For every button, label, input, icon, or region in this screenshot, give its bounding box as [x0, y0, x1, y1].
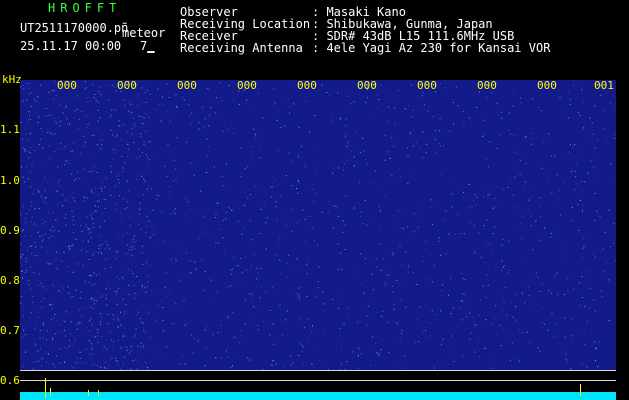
meteor-label: meteor	[122, 26, 166, 40]
marker-tick	[45, 378, 46, 398]
y-tick-label: 0.7	[0, 324, 20, 337]
meteor-count: 7▁	[140, 39, 155, 53]
x-tick-label: 000	[417, 79, 437, 92]
y-tick-label: 0.6	[0, 374, 20, 387]
y-tick-label: 1.1	[0, 123, 20, 136]
marker-line	[20, 380, 616, 381]
x-tick-label: 000	[177, 79, 197, 92]
x-tick-label: 001	[594, 79, 614, 92]
marker-tick	[50, 388, 51, 396]
y-unit-label: kHz	[2, 73, 22, 86]
noise-floor-band	[20, 392, 616, 400]
marker-tick	[580, 384, 581, 396]
info-value-antenna: : 4ele Yagi Az 230 for Kansai VOR	[312, 41, 551, 55]
marker-tick	[88, 390, 89, 396]
spectrogram-noise	[20, 80, 616, 370]
info-label-antenna: Receiving Antenna	[180, 41, 303, 55]
y-tick-label: 0.8	[0, 274, 20, 287]
y-tick-label: 1.0	[0, 174, 20, 187]
x-tick-label: 000	[477, 79, 497, 92]
logo-text: HROFFT	[48, 1, 122, 15]
marker-line	[20, 370, 616, 371]
x-tick-label: 000	[297, 79, 317, 92]
header-panel: HROFFT UT2511170000.pñ meteor 25.11.17 …	[0, 0, 629, 74]
x-tick-label: 000	[117, 79, 137, 92]
spectrogram-area	[20, 80, 616, 370]
x-tick-label: 000	[57, 79, 77, 92]
x-tick-label: 000	[237, 79, 257, 92]
datetime-label: 25.11.17 00:00	[20, 39, 122, 53]
x-tick-label: 000	[537, 79, 557, 92]
marker-tick	[98, 390, 99, 396]
x-tick-label: 000	[357, 79, 377, 92]
y-tick-label: 0.9	[0, 224, 20, 237]
filename-label: UT2511170000.pñ	[20, 21, 129, 35]
